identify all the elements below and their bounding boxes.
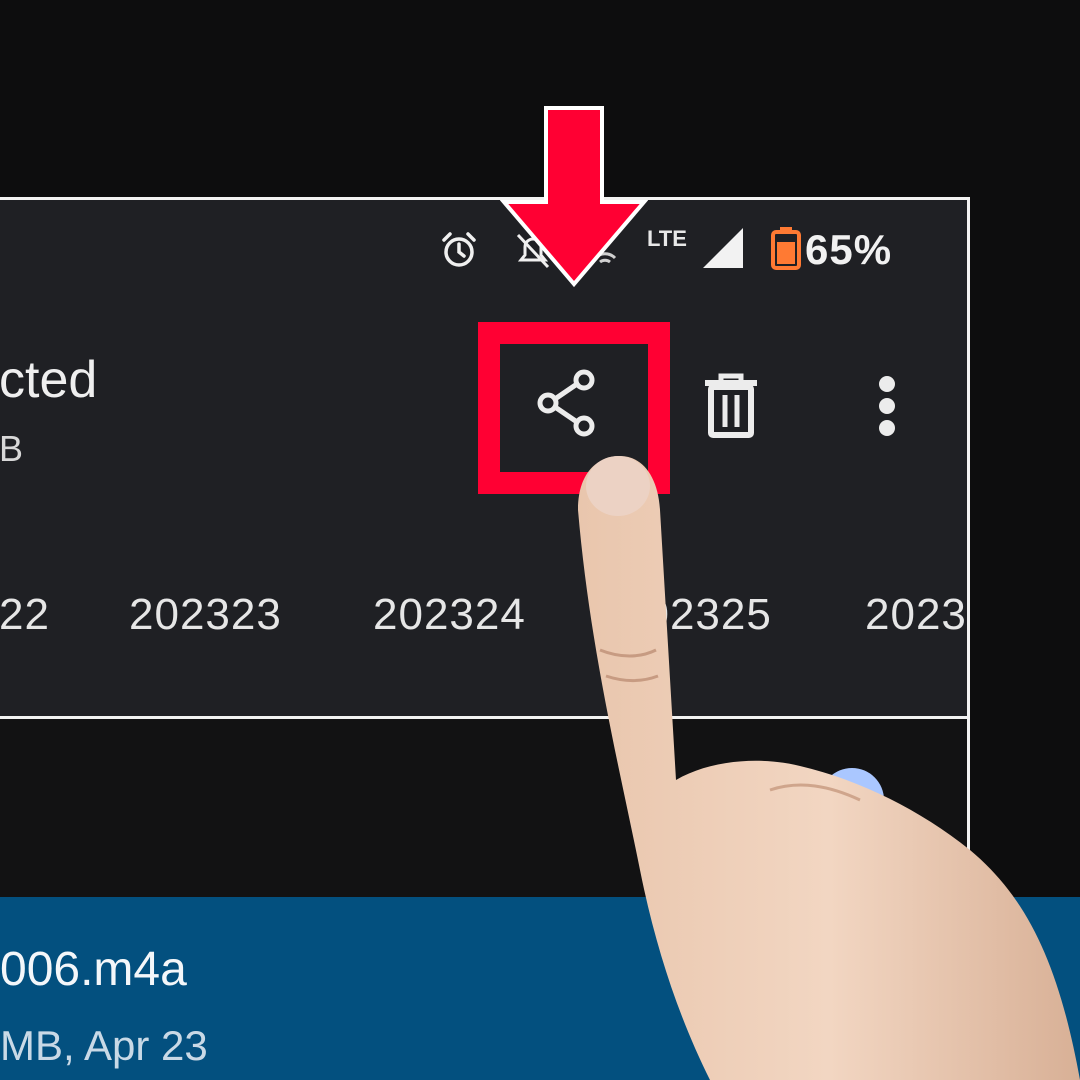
selection-title: cted [0,351,98,409]
down-arrow-icon [500,106,648,288]
battery-percentage: 65% [805,226,893,273]
battery-icon [771,227,801,270]
more-options-button[interactable] [865,366,909,446]
trash-icon [705,373,757,438]
alarm-icon [442,232,476,267]
lte-label: LTE [647,226,687,251]
folder-chip[interactable]: 202323 [129,590,282,640]
selection-size: B [0,428,24,469]
delete-button[interactable] [693,366,769,446]
file-meta: MB, Apr 23 [0,1022,208,1069]
tutorial-stage: LTE 65% cted B 22 202323 202324 202325 2… [0,0,1080,1080]
more-vert-icon [879,376,895,436]
pointing-hand-image [578,456,1080,1080]
folder-chip[interactable]: 22 [0,590,50,640]
status-bar: LTE 65% [0,200,967,290]
folder-chip[interactable]: 202324 [373,590,526,640]
file-name: 006.m4a [0,943,187,996]
signal-icon [703,228,743,268]
